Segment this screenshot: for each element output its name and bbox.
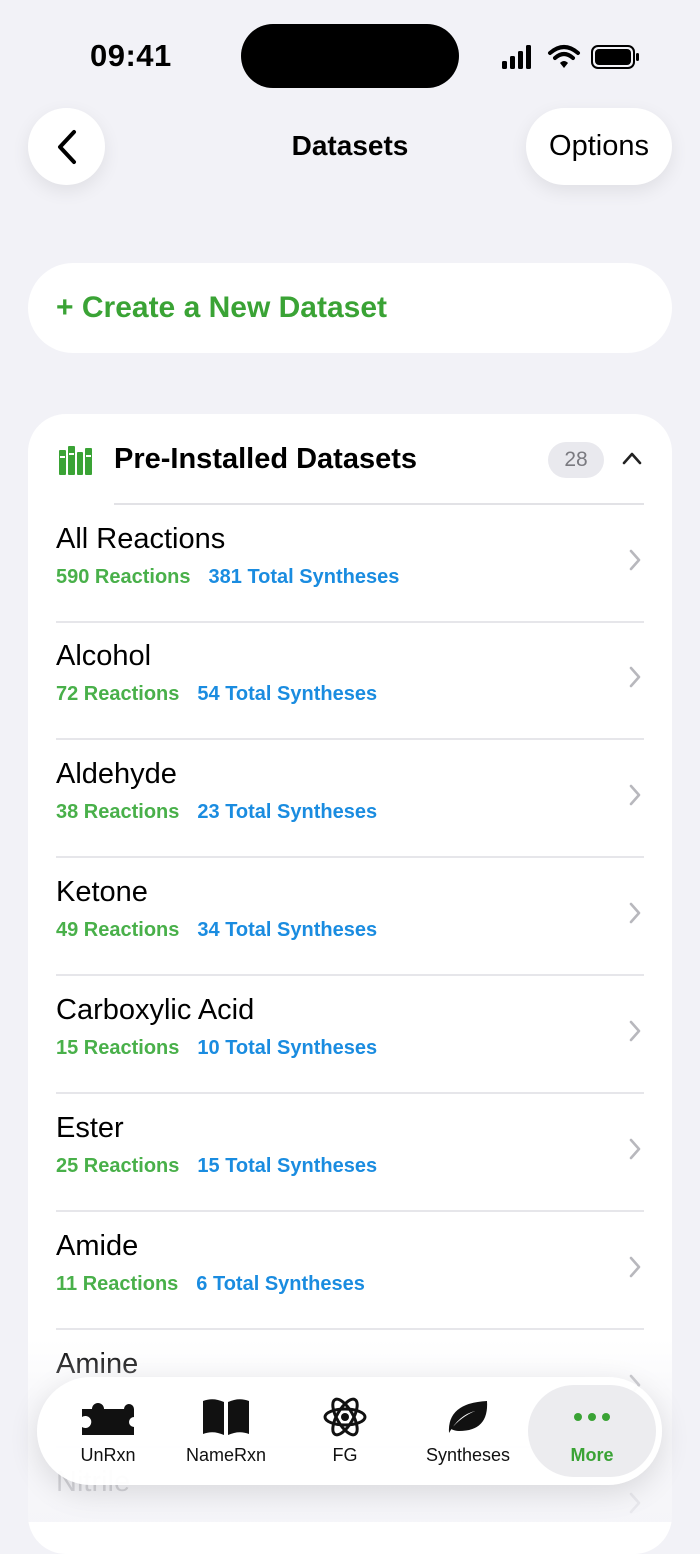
dataset-meta: 15 Reactions 10 Total Syntheses bbox=[56, 1037, 377, 1060]
tab-namerxn[interactable]: NameRxn bbox=[175, 1377, 277, 1485]
atom-icon bbox=[322, 1395, 368, 1439]
syntheses-count: 381 Total Syntheses bbox=[208, 566, 400, 588]
chevron-right-icon bbox=[629, 1138, 641, 1160]
tab-label: Syntheses bbox=[425, 1445, 511, 1465]
divider bbox=[56, 1092, 644, 1094]
reactions-count: 49 Reactions bbox=[56, 919, 180, 941]
chevron-right-icon bbox=[629, 1020, 641, 1042]
status-time: 09:41 bbox=[90, 38, 172, 73]
tab-unrxn[interactable]: UnRxn bbox=[57, 1377, 159, 1485]
book-icon bbox=[201, 1395, 251, 1439]
reactions-count: 11 Reactions bbox=[56, 1273, 179, 1295]
chevron-right-icon bbox=[629, 784, 641, 806]
tab-label: FG bbox=[332, 1445, 358, 1465]
reactions-count: 38 Reactions bbox=[56, 801, 180, 823]
tab-fg[interactable]: FG bbox=[295, 1377, 395, 1485]
reactions-count: 25 Reactions bbox=[56, 1155, 180, 1177]
status-icons bbox=[502, 45, 639, 69]
dataset-title: Amide bbox=[56, 1230, 139, 1262]
dataset-row-amide[interactable]: Amide 11 Reactions 6 Total Syntheses bbox=[28, 1213, 672, 1330]
dataset-title: Aldehyde bbox=[56, 758, 177, 790]
dataset-title: Carboxylic Acid bbox=[56, 994, 255, 1026]
dataset-row-all-reactions[interactable]: All Reactions 590 Reactions 381 Total Syn… bbox=[28, 506, 672, 623]
syntheses-count: 34 Total Syntheses bbox=[197, 919, 378, 941]
dataset-meta: 590 Reactions 381 Total Syntheses bbox=[56, 566, 399, 589]
wifi-icon bbox=[548, 45, 580, 68]
dataset-row-ester[interactable]: Ester 25 Reactions 15 Total Syntheses bbox=[28, 1095, 672, 1212]
section-title: Pre-Installed Datasets bbox=[114, 443, 418, 475]
create-dataset-button[interactable]: + Create a New Dataset bbox=[28, 263, 672, 353]
dataset-meta: 49 Reactions 34 Total Syntheses bbox=[56, 919, 377, 942]
divider bbox=[56, 1328, 644, 1330]
battery-icon bbox=[591, 45, 639, 69]
section-header[interactable]: Pre-Installed Datasets 28 bbox=[28, 414, 672, 505]
options-button[interactable]: Options bbox=[526, 108, 672, 185]
count-badge: 28 bbox=[548, 442, 604, 478]
dataset-title: Ester bbox=[56, 1112, 124, 1144]
divider bbox=[114, 503, 644, 505]
dataset-title: Alcohol bbox=[56, 640, 152, 672]
dataset-meta: 72 Reactions 54 Total Syntheses bbox=[56, 683, 377, 706]
dataset-title: All Reactions bbox=[56, 523, 226, 555]
dataset-meta: 25 Reactions 15 Total Syntheses bbox=[56, 1155, 377, 1178]
dataset-row-carboxylic-acid[interactable]: Carboxylic Acid 15 Reactions 10 Total Syn… bbox=[28, 977, 672, 1094]
reactions-count: 15 Reactions bbox=[56, 1037, 180, 1059]
chevron-right-icon bbox=[629, 1492, 641, 1514]
divider bbox=[56, 738, 644, 740]
signal-icon bbox=[502, 45, 531, 69]
tab-label: NameRxn bbox=[185, 1445, 267, 1465]
tab-label: UnRxn bbox=[80, 1445, 136, 1465]
syntheses-count: 6 Total Syntheses bbox=[196, 1273, 365, 1295]
ellipsis-icon bbox=[572, 1395, 612, 1439]
chevron-right-icon bbox=[629, 549, 641, 571]
divider bbox=[56, 1210, 644, 1212]
puzzle-icon bbox=[78, 1395, 138, 1439]
reactions-count: 590 Reactions bbox=[56, 566, 191, 588]
dataset-meta: 11 Reactions 6 Total Syntheses bbox=[56, 1273, 365, 1296]
status-bar: 09:41 bbox=[0, 0, 700, 110]
syntheses-count: 54 Total Syntheses bbox=[197, 683, 378, 705]
dataset-row-aldehyde[interactable]: Aldehyde 38 Reactions 23 Total Syntheses bbox=[28, 741, 672, 858]
syntheses-count: 15 Total Syntheses bbox=[197, 1155, 378, 1177]
reactions-count: 72 Reactions bbox=[56, 683, 180, 705]
navigation-bar: Datasets Options bbox=[0, 108, 700, 186]
dataset-meta: 38 Reactions 23 Total Syntheses bbox=[56, 801, 377, 824]
books-icon bbox=[59, 446, 92, 475]
dataset-row-alcohol[interactable]: Alcohol 72 Reactions 54 Total Syntheses bbox=[28, 623, 672, 740]
chevron-right-icon bbox=[629, 666, 641, 688]
chevron-right-icon bbox=[629, 902, 641, 924]
divider bbox=[56, 974, 644, 976]
leaf-icon bbox=[445, 1395, 491, 1439]
syntheses-count: 23 Total Syntheses bbox=[197, 801, 378, 823]
divider bbox=[56, 856, 644, 858]
dataset-row-ketone[interactable]: Ketone 49 Reactions 34 Total Syntheses bbox=[28, 859, 672, 976]
dynamic-island bbox=[241, 24, 459, 88]
chevron-up-icon[interactable] bbox=[622, 451, 642, 465]
tab-label: More bbox=[570, 1445, 614, 1465]
tab-syntheses[interactable]: Syntheses bbox=[413, 1377, 523, 1485]
dataset-title: Ketone bbox=[56, 876, 148, 908]
syntheses-count: 10 Total Syntheses bbox=[197, 1037, 378, 1059]
tab-more[interactable]: More bbox=[528, 1385, 656, 1477]
chevron-right-icon bbox=[629, 1256, 641, 1278]
tab-bar: UnRxn NameRxn FG Syntheses More bbox=[37, 1377, 662, 1485]
